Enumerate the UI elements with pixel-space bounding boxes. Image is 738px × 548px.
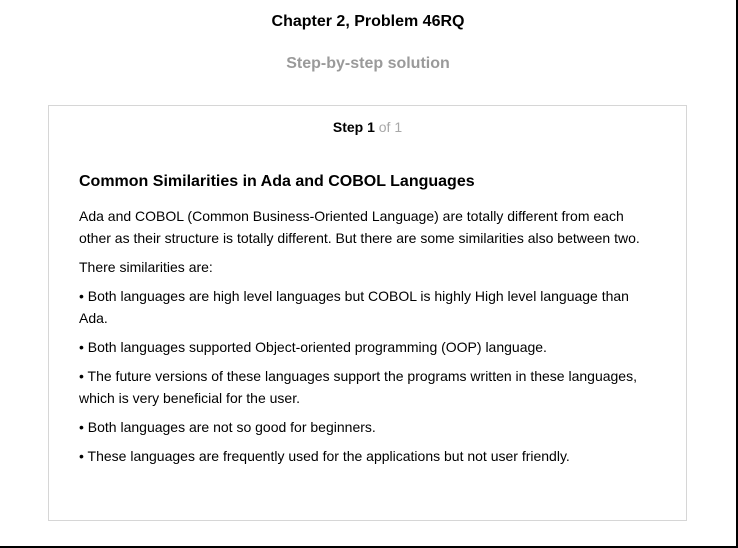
step-indicator: Step 1 of 1 xyxy=(49,119,686,135)
step-of-total: of 1 xyxy=(378,119,403,135)
chapter-title: Chapter 2, Problem 46RQ xyxy=(271,13,465,30)
bullet-item: • Both languages are not so good for beg… xyxy=(79,419,376,435)
bullet-item: • Both languages are high level language… xyxy=(79,288,629,326)
solution-content: Common Similarities in Ada and COBOL Lan… xyxy=(79,172,659,474)
paragraph-intro: Ada and COBOL (Common Business-Oriented … xyxy=(79,208,640,246)
bullet-item: • Both languages supported Object-orient… xyxy=(79,339,547,355)
step-card: Step 1 of 1 Common Similarities in Ada a… xyxy=(48,105,687,521)
step-label: Step 1 xyxy=(332,119,375,135)
bullet-item: • The future versions of these languages… xyxy=(79,368,637,406)
section-heading: Common Similarities in Ada and COBOL Lan… xyxy=(79,173,475,190)
bullet-item: • These languages are frequently used fo… xyxy=(79,448,570,464)
solution-subtitle: Step-by-step solution xyxy=(286,55,450,72)
paragraph-lead-in: There similarities are: xyxy=(79,259,213,275)
